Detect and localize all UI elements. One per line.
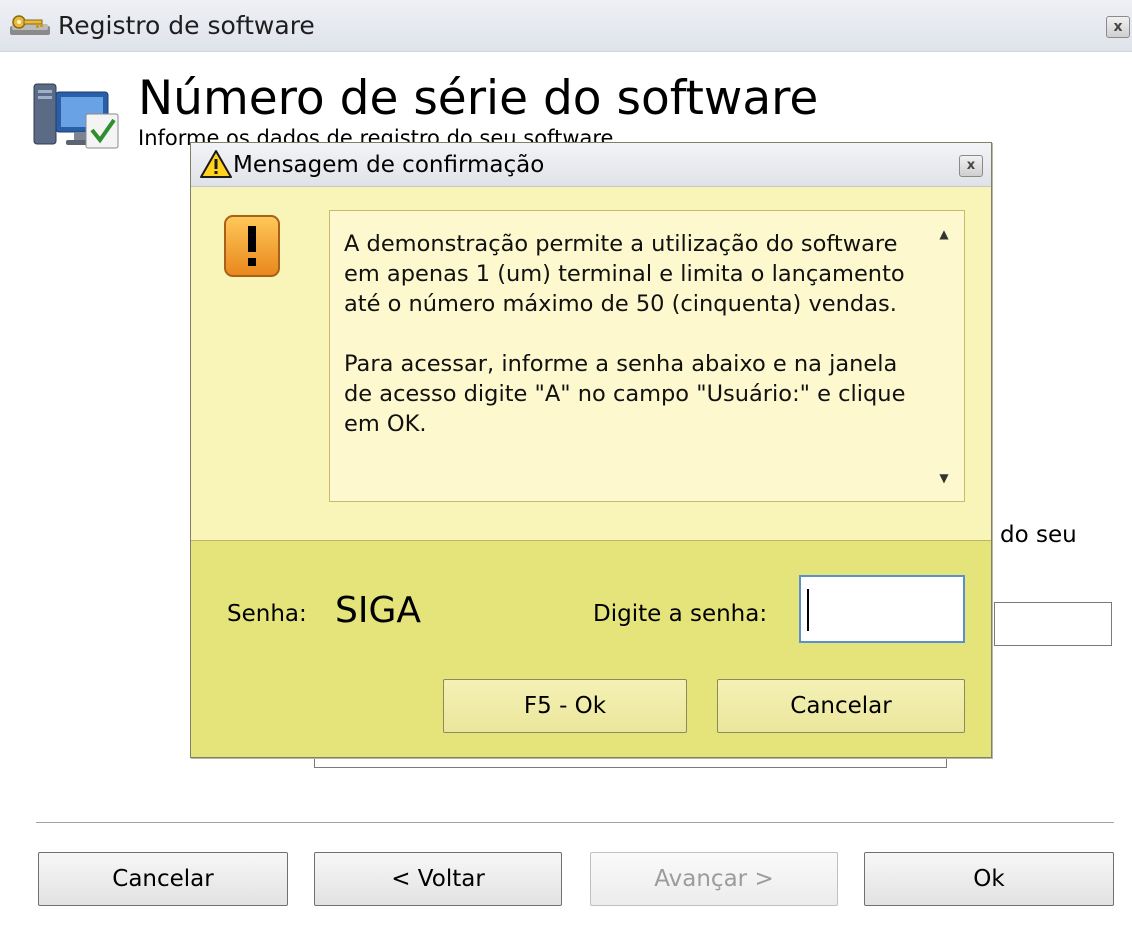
dialog-cancel-button[interactable]: Cancelar — [717, 679, 965, 733]
message-textbox: A demonstração permite a utilização do s… — [329, 210, 965, 502]
scroll-down-icon[interactable]: ▼ — [924, 463, 964, 493]
message-area: A demonstração permite a utilização do s… — [191, 188, 991, 540]
ok-button[interactable]: Ok — [864, 852, 1114, 906]
password-value: SIGA — [335, 590, 421, 631]
dialog-titlebar: Mensagem de confirmação x — [191, 143, 991, 187]
dialog-ok-button[interactable]: F5 - Ok — [443, 679, 687, 733]
password-input[interactable] — [799, 575, 965, 643]
footer-divider — [36, 822, 1114, 824]
dialog-ok-label: F5 - Ok — [523, 693, 607, 719]
page-title: Número de série do software — [138, 71, 819, 126]
cancel-button[interactable]: Cancelar — [38, 852, 288, 906]
password-area: Senha: SIGA Digite a senha: F5 - Ok Canc… — [191, 540, 991, 757]
password-caption: Senha: — [227, 601, 307, 627]
next-button-label: Avançar > — [654, 866, 774, 892]
window-title: Registro de software — [58, 11, 315, 40]
background-label: do seu — [1000, 522, 1077, 548]
exclamation-icon — [224, 215, 280, 277]
message-paragraph: A demonstração permite a utilização do s… — [344, 231, 905, 317]
dialog-cancel-label: Cancelar — [790, 693, 892, 719]
ok-button-label: Ok — [973, 866, 1005, 892]
computer-check-icon — [33, 83, 119, 149]
warning-icon — [200, 150, 232, 178]
cancel-button-label: Cancelar — [112, 866, 214, 892]
close-icon[interactable]: x — [959, 155, 983, 177]
enter-password-label: Digite a senha: — [593, 601, 768, 627]
back-button-label: < Voltar — [391, 866, 485, 892]
message-text: A demonstração permite a utilização do s… — [344, 229, 918, 439]
keys-icon — [10, 15, 50, 35]
serial-number-input[interactable] — [994, 602, 1112, 646]
scroll-up-icon[interactable]: ▲ — [924, 219, 964, 249]
dialog-title: Mensagem de confirmação — [233, 152, 545, 178]
message-paragraph: Para acessar, informe a senha abaixo e n… — [344, 351, 906, 437]
text-caret — [807, 589, 809, 631]
window-titlebar: Registro de software x — [0, 0, 1132, 52]
back-button[interactable]: < Voltar — [314, 852, 562, 906]
message-scrollbar[interactable]: ▲ ▼ — [924, 211, 964, 501]
next-button[interactable]: Avançar > — [590, 852, 838, 906]
close-icon[interactable]: x — [1106, 16, 1130, 38]
confirmation-dialog: Mensagem de confirmação x A demonstração… — [190, 142, 992, 758]
